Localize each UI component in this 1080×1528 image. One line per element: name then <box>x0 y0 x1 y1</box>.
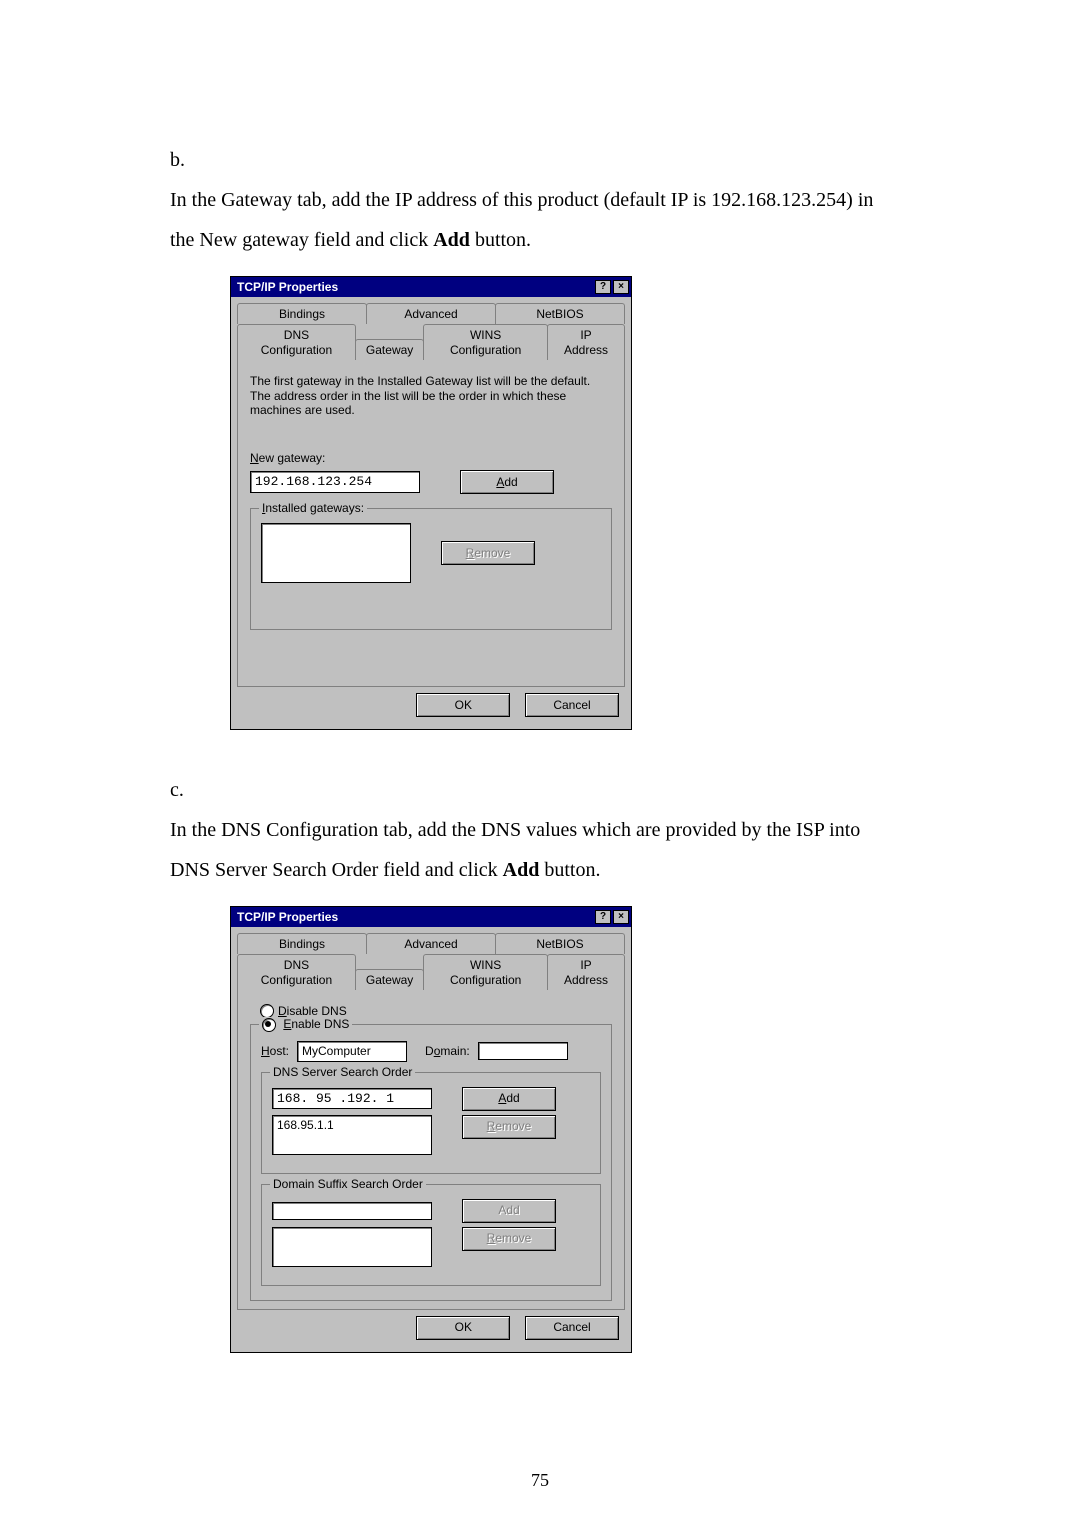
titlebar: TCP/IP Properties ? × <box>231 277 631 297</box>
suffix-remove-button: Remove <box>462 1227 556 1251</box>
tab-wins-configuration[interactable]: WINS Configuration <box>423 954 548 990</box>
domain-input[interactable] <box>478 1042 568 1060</box>
tab-wins-configuration[interactable]: WINS Configuration <box>423 324 548 360</box>
tab-ip-address[interactable]: IP Address <box>547 324 625 360</box>
ok-button[interactable]: OK <box>416 1316 510 1340</box>
radio-disable-dns[interactable] <box>260 1004 274 1018</box>
tab-panel-gateway: The first gateway in the Installed Gatew… <box>237 359 625 687</box>
host-label: Host: <box>261 1044 289 1058</box>
domain-suffix-label: Domain Suffix Search Order <box>270 1177 426 1191</box>
dns-server-listbox[interactable]: 168.95.1.1 <box>272 1115 432 1155</box>
domain-suffix-input[interactable] <box>272 1202 432 1220</box>
remove-button: Remove <box>441 541 535 565</box>
list-item-b: b. In the Gateway tab, add the IP addres… <box>170 140 910 260</box>
window-title: TCP/IP Properties <box>237 280 593 294</box>
dialog-button-row: OK Cancel <box>237 1310 625 1346</box>
text-suffix: button. <box>470 229 531 251</box>
cancel-button[interactable]: Cancel <box>525 1316 619 1340</box>
suffix-add-button: Add <box>462 1199 556 1223</box>
dns-add-button[interactable]: Add <box>462 1087 556 1111</box>
tab-netbios[interactable]: NetBIOS <box>495 303 625 324</box>
tab-advanced[interactable]: Advanced <box>366 933 496 954</box>
cancel-button[interactable]: Cancel <box>525 693 619 717</box>
radio-enable-dns[interactable] <box>262 1018 276 1032</box>
domain-suffix-listbox[interactable] <box>272 1227 432 1267</box>
radio-disable-dns-row[interactable]: Disable DNS <box>260 1004 612 1018</box>
add-button[interactable]: Add <box>460 470 554 494</box>
tab-panel-dns: Disable DNS Enable DNS Host: <box>237 989 625 1310</box>
close-button[interactable]: × <box>613 280 629 294</box>
item-text: In the DNS Configuration tab, add the DN… <box>170 810 880 890</box>
tab-bindings[interactable]: Bindings <box>237 933 367 954</box>
dns-server-input[interactable]: 168. 95 .192. 1 <box>272 1088 432 1110</box>
installed-gateways-label: Installed gateways: <box>259 501 367 515</box>
ok-button[interactable]: OK <box>416 693 510 717</box>
tab-row-back: Bindings Advanced NetBIOS <box>237 303 625 324</box>
list-item-c: c. In the DNS Configuration tab, add the… <box>170 770 910 890</box>
item-letter: b. <box>170 140 198 180</box>
domain-label: Domain: <box>425 1044 470 1058</box>
installed-gateways-listbox[interactable] <box>261 523 411 583</box>
text-bold: Add <box>503 859 540 881</box>
tab-netbios[interactable]: NetBIOS <box>495 933 625 954</box>
dialog-tcpip-gateway: TCP/IP Properties ? × Bindings Advanced … <box>230 276 632 730</box>
dns-search-order-label: DNS Server Search Order <box>270 1065 415 1079</box>
tab-gateway[interactable]: Gateway <box>355 339 424 360</box>
item-letter: c. <box>170 770 198 810</box>
help-button[interactable]: ? <box>595 910 611 924</box>
tab-dns-configuration[interactable]: DNS Configuration <box>237 324 356 360</box>
radio-enable-dns-row[interactable]: Enable DNS <box>259 1017 352 1032</box>
tab-bindings[interactable]: Bindings <box>237 303 367 324</box>
dialog-tcpip-dns: TCP/IP Properties ? × Bindings Advanced … <box>230 906 632 1353</box>
titlebar: TCP/IP Properties ? × <box>231 907 631 927</box>
dns-remove-button: Remove <box>462 1115 556 1139</box>
host-input[interactable]: MyComputer <box>297 1041 407 1061</box>
page-number: 75 <box>0 1462 1080 1498</box>
radio-enable-dns-label: Enable DNS <box>283 1017 349 1031</box>
tab-gateway[interactable]: Gateway <box>355 969 424 990</box>
text-bold: Add <box>433 229 470 251</box>
tab-row-front: DNS Configuration Gateway WINS Configura… <box>237 954 625 990</box>
tab-row-front: DNS Configuration Gateway WINS Configura… <box>237 324 625 360</box>
help-button[interactable]: ? <box>595 280 611 294</box>
radio-disable-dns-label: Disable DNS <box>278 1004 347 1018</box>
gateway-info-text: The first gateway in the Installed Gatew… <box>250 374 612 417</box>
window-title: TCP/IP Properties <box>237 910 593 924</box>
close-button[interactable]: × <box>613 910 629 924</box>
tab-advanced[interactable]: Advanced <box>366 303 496 324</box>
tab-dns-configuration[interactable]: DNS Configuration <box>237 954 356 990</box>
dialog-button-row: OK Cancel <box>237 687 625 723</box>
text-suffix: button. <box>539 859 600 881</box>
new-gateway-input[interactable]: 192.168.123.254 <box>250 471 420 493</box>
tab-row-back: Bindings Advanced NetBIOS <box>237 933 625 954</box>
new-gateway-label: New gateway: <box>250 451 612 465</box>
item-text: In the Gateway tab, add the IP address o… <box>170 180 880 260</box>
tab-ip-address[interactable]: IP Address <box>547 954 625 990</box>
